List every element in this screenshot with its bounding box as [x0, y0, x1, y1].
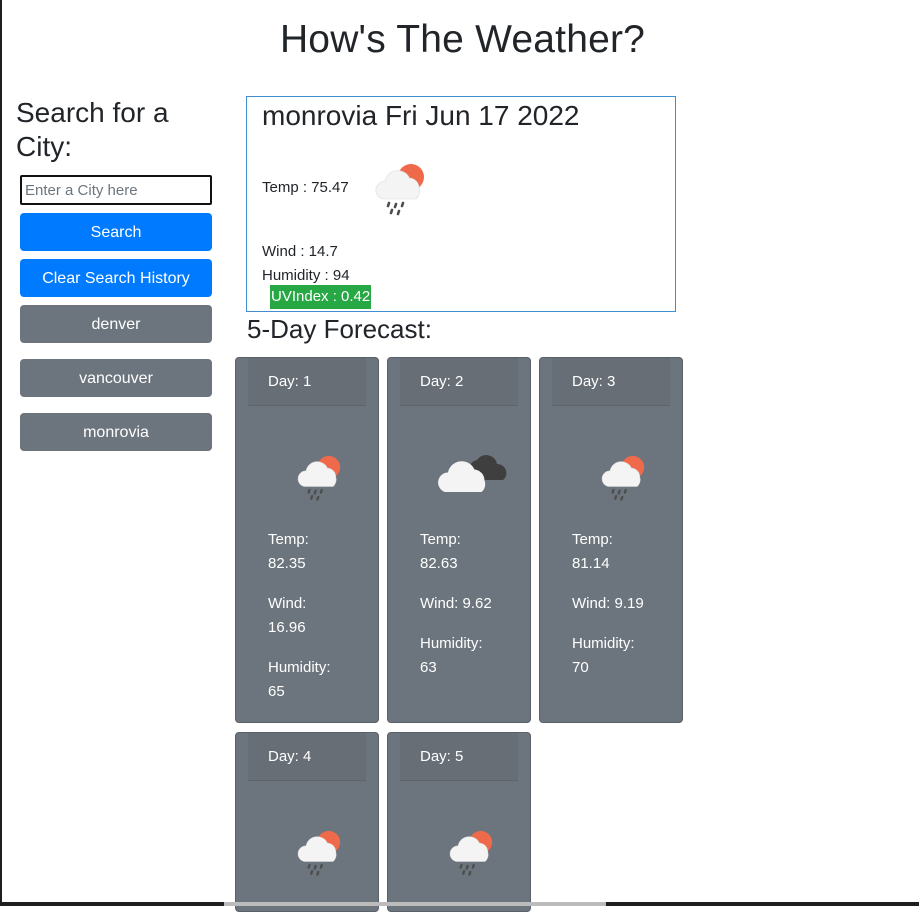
forecast-humidity: 65	[268, 683, 285, 700]
forecast-day-label: Day: 2	[400, 358, 518, 406]
forecast-temp: 82.63	[420, 555, 458, 572]
forecast-card: Day: 1 Temp: 82.35 Wind: 16.96 Humidity:…	[235, 357, 379, 723]
current-weather-card: monrovia Fri Jun 17 2022 Temp : 75.47 Wi…	[246, 96, 676, 312]
history-item-button[interactable]: denver	[20, 305, 212, 343]
forecast-temp: 81.14	[572, 555, 610, 572]
rain-sun-icon	[288, 823, 352, 879]
city-search-input[interactable]	[20, 175, 212, 205]
rain-sun-icon	[369, 155, 433, 219]
forecast-humidity-label: Humidity:	[572, 635, 635, 652]
current-wind: Wind : 14.7	[262, 243, 338, 260]
forecast-wind-label: Wind:	[268, 595, 307, 612]
uv-index-badge: UVIndex : 0.42	[270, 285, 372, 309]
current-city-date: monrovia Fri Jun 17 2022	[262, 100, 580, 131]
forecast-card: Day: 3 Temp: 81.14 Wind: 9.19 Humidity: …	[539, 357, 683, 723]
forecast-card: Day: 4	[235, 732, 379, 912]
forecast-humidity-label: Humidity:	[420, 635, 483, 652]
forecast-card: Day: 2 Temp: 82.63 Wind: 9.62 Humidity: …	[387, 357, 531, 723]
forecast-wind: 16.96	[268, 619, 306, 636]
forecast-heading: 5-Day Forecast:	[247, 314, 432, 344]
forecast-temp: 82.35	[268, 555, 306, 572]
dark-clouds-icon	[434, 448, 508, 504]
window-left-edge	[0, 0, 2, 906]
forecast-temp-label: Temp:	[420, 531, 461, 548]
page-title: How's The Weather?	[279, 18, 646, 61]
forecast-temp-label: Temp:	[268, 531, 309, 548]
forecast-day-label: Day: 1	[248, 358, 366, 406]
search-heading: Search for a City:	[16, 97, 169, 162]
forecast-day-label: Day: 5	[400, 733, 518, 781]
forecast-temp-label: Temp:	[572, 531, 613, 548]
clear-history-button[interactable]: Clear Search History	[20, 259, 212, 297]
history-item-button[interactable]: vancouver	[20, 359, 212, 397]
rain-sun-icon	[440, 823, 504, 879]
rain-sun-icon	[592, 448, 656, 504]
search-button[interactable]: Search	[20, 213, 212, 251]
history-item-button[interactable]: monrovia	[20, 413, 212, 451]
forecast-wind: Wind: 9.62	[420, 595, 492, 612]
forecast-day-label: Day: 4	[248, 733, 366, 781]
forecast-humidity-label: Humidity:	[268, 659, 331, 676]
forecast-humidity: 63	[420, 659, 437, 676]
rain-sun-icon	[288, 448, 352, 504]
horizontal-scrollbar[interactable]	[224, 902, 606, 906]
forecast-humidity: 70	[572, 659, 589, 676]
forecast-card: Day: 5	[387, 732, 531, 912]
current-humidity: Humidity : 94	[262, 267, 350, 284]
forecast-wind: Wind: 9.19	[572, 595, 644, 612]
forecast-day-label: Day: 3	[552, 358, 670, 406]
current-temp: Temp : 75.47	[262, 179, 349, 196]
